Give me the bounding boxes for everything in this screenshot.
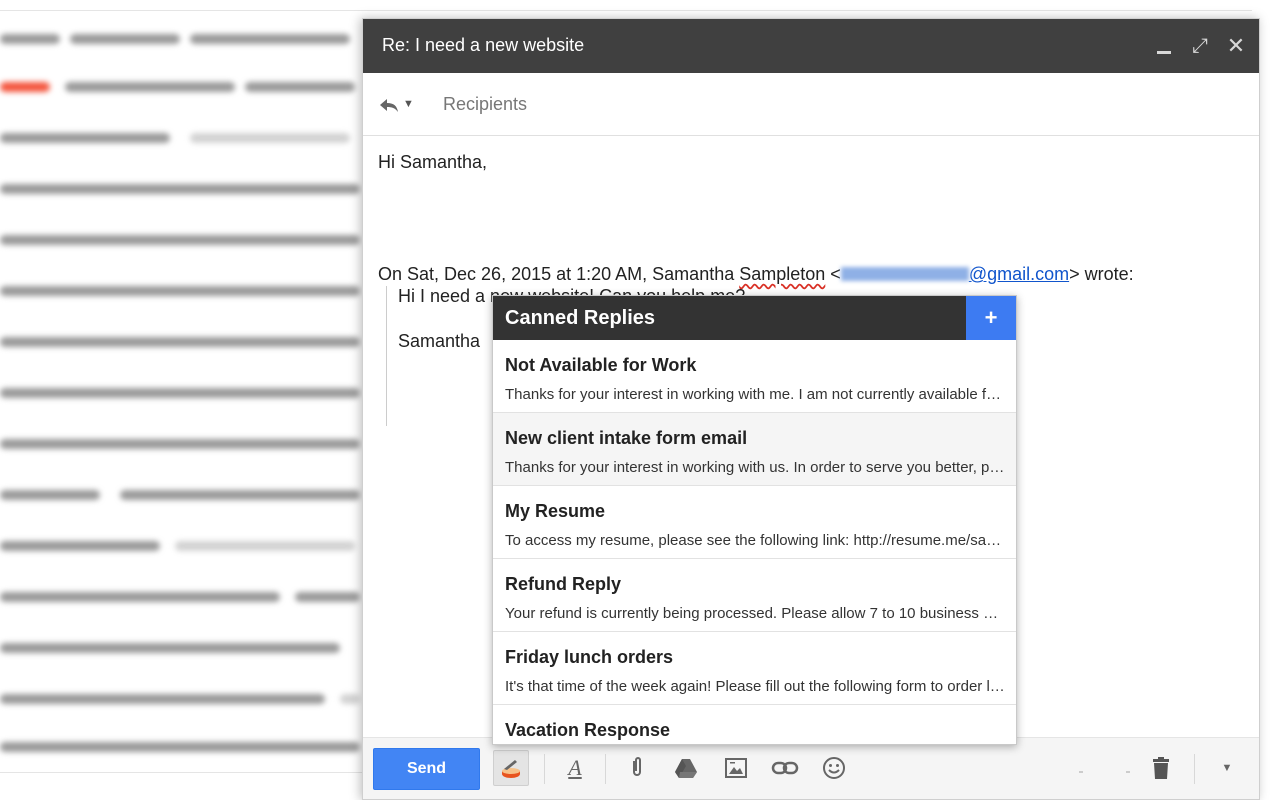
canned-replies-header: Canned Replies + [493,296,1016,340]
inbox-row [0,590,370,604]
quote-header-text: On Sat, Dec 26, 2015 at 1:20 AM, Samanth… [378,264,740,284]
inbox-row [0,641,370,655]
reply-type-dropdown[interactable]: ▼ [403,95,417,113]
toolbar-separator [544,754,545,784]
close-icon[interactable]: ✕ [1225,35,1247,57]
inbox-divider [0,10,1252,11]
inbox-row [0,335,370,349]
recipients-row: ▼ Recipients [363,73,1259,136]
trash-icon[interactable] [1143,750,1179,786]
canned-reply-title: Not Available for Work [505,355,697,375]
compose-titlebar[interactable]: Re: I need a new website ⤢ ✕ [363,19,1259,73]
attach-icon[interactable] [619,750,655,786]
toolbar-separator [605,754,606,784]
redacted-email [840,267,969,281]
canned-reply-title: My Resume [505,501,606,521]
quote-header: On Sat, Dec 26, 2015 at 1:20 AM, Samanth… [378,264,1134,285]
send-button[interactable]: Send [373,748,480,790]
link-icon[interactable] [767,750,803,786]
canned-reply-preview: It's that time of the week again! Please… [505,678,1005,695]
drive-icon[interactable] [668,750,704,786]
quote-header-lt: < [825,264,841,284]
canned-responses-icon [499,760,523,786]
message-body-greeting[interactable]: Hi Samantha, [378,152,487,173]
inbox-row [0,182,370,196]
inbox-row [0,488,370,502]
toolbar-dot [1079,771,1083,773]
add-canned-reply-button[interactable]: + [966,296,1016,340]
emoji-icon[interactable] [816,750,852,786]
inbox-row [0,437,370,451]
compose-title: Re: I need a new website [382,35,585,55]
canned-reply-preview: Thanks for your interest in working with… [505,459,1005,476]
formatting-icon[interactable]: A [557,750,593,786]
quote-header-name: Sampleton [739,264,826,284]
canned-reply-preview: Thanks for your interest in working with… [505,386,1005,403]
canned-reply-title: New client intake form email [505,428,748,448]
inbox-row [0,386,370,400]
quote-header-wrote: > wrote: [1069,264,1134,284]
canned-reply-title: Friday lunch orders [505,647,674,667]
quoted-message-signature: Samantha [398,331,481,351]
toolbar-separator [1194,754,1195,784]
quote-bar [386,286,387,426]
canned-reply-item[interactable]: Friday lunch orders It's that time of th… [493,632,1016,705]
minimize-icon[interactable] [1153,35,1175,57]
inbox-row [0,539,370,553]
canned-reply-item[interactable]: Vacation Response [493,705,1016,744]
inbox-row [0,233,370,247]
inbox-row [0,692,370,706]
inbox-row [0,284,370,298]
sender-email-domain: @gmail.com [968,264,1070,284]
canned-reply-title: Refund Reply [505,574,622,594]
inbox-row [0,740,370,754]
reply-icon[interactable] [377,93,401,117]
canned-reply-title: Vacation Response [505,720,671,740]
toolbar-dot [1126,771,1130,773]
canned-replies-title: Canned Replies [505,307,656,329]
canned-reply-item[interactable]: New client intake form email Thanks for … [493,413,1016,486]
photo-icon[interactable] [718,750,754,786]
expand-icon[interactable]: ⤢ [1189,35,1211,57]
sender-email-link[interactable]: @gmail.com [840,264,1070,284]
more-options-icon[interactable]: ▼ [1209,750,1245,786]
canned-reply-item[interactable]: Not Available for Work Thanks for your i… [493,340,1016,413]
recipients-field[interactable]: Recipients [443,94,527,115]
canned-reply-preview: To access my resume, please see the foll… [505,532,1005,549]
canned-reply-preview: Your refund is currently being processed… [505,605,1005,622]
inbox-row [0,131,370,145]
canned-replies-menu: Canned Replies + Not Available for Work … [492,295,1017,745]
compose-toolbar: Send A ▼ [363,737,1259,799]
canned-responses-button[interactable] [493,750,529,786]
canned-reply-item[interactable]: Refund Reply Your refund is currently be… [493,559,1016,632]
inbox-row [0,32,370,46]
inbox-row [0,80,370,94]
inbox-divider [0,772,362,773]
canned-reply-item[interactable]: My Resume To access my resume, please se… [493,486,1016,559]
